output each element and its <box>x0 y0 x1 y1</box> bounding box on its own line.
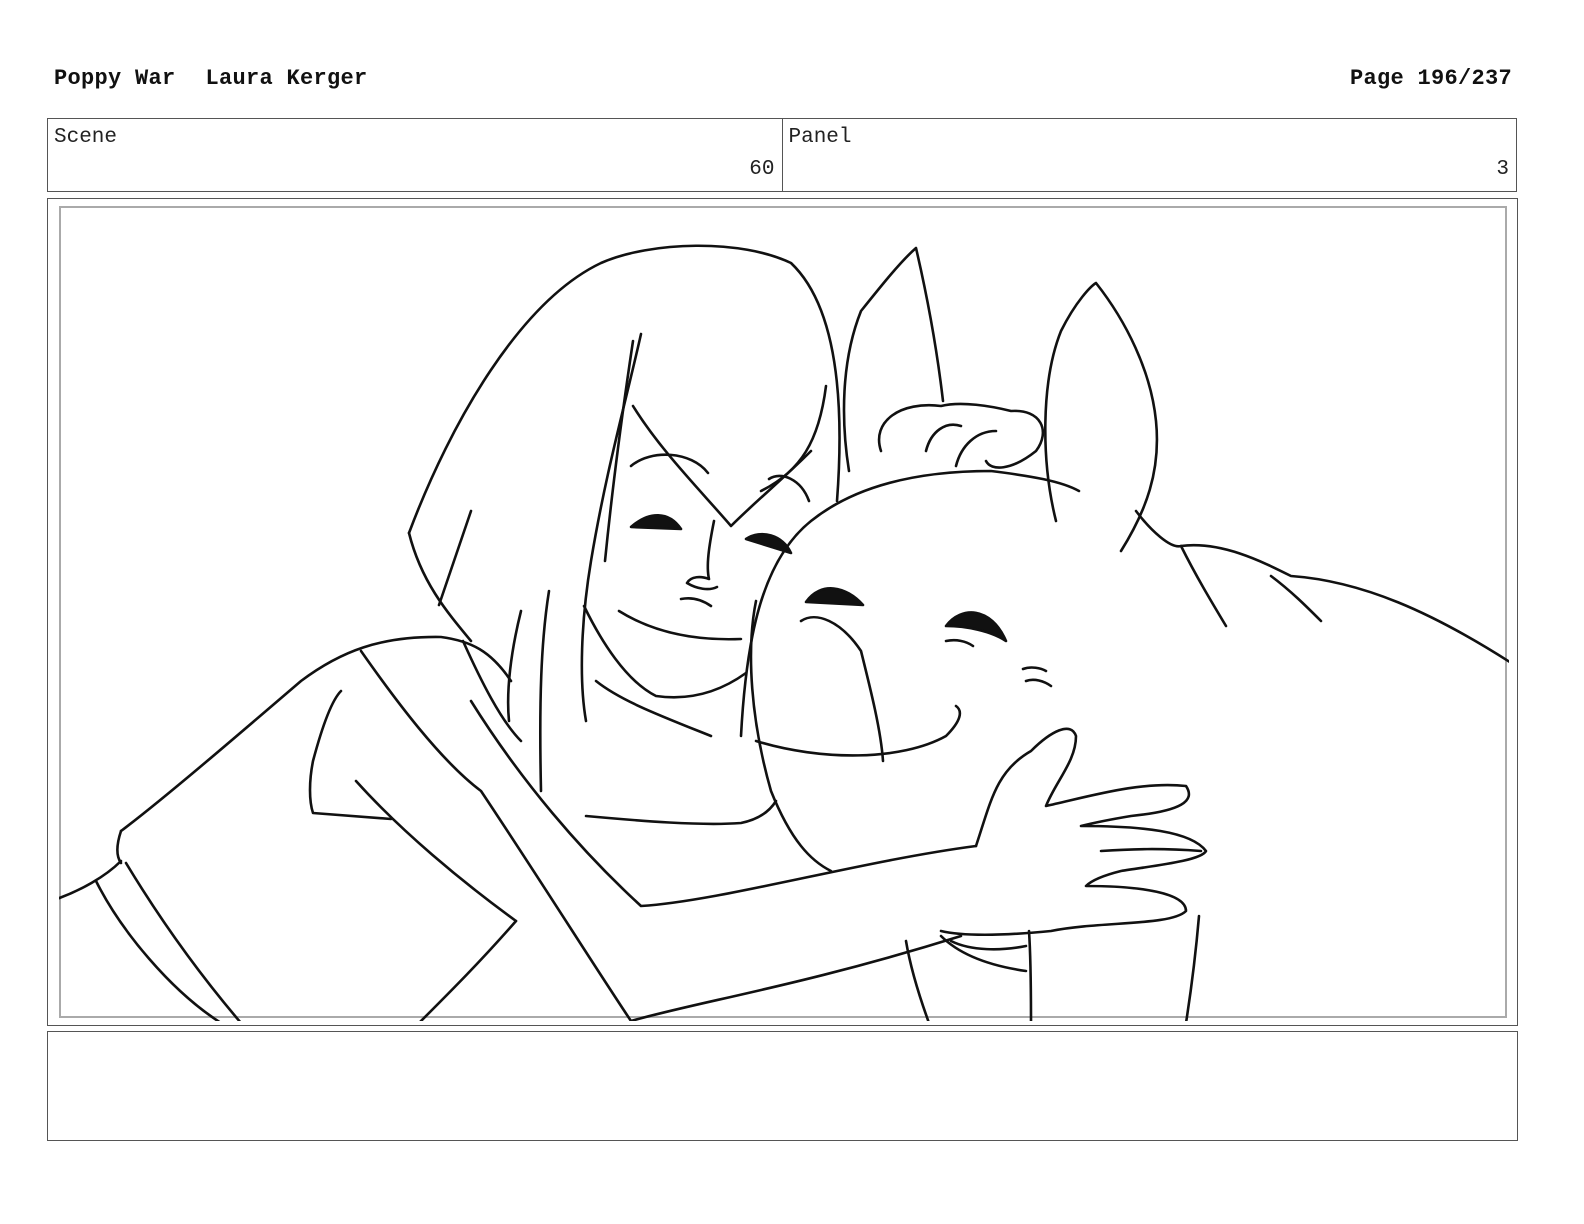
creature-smile <box>754 704 962 757</box>
scene-label: Scene <box>54 126 118 149</box>
panel-drawing <box>59 244 1509 1021</box>
scene-cell: Scene 60 <box>48 119 782 191</box>
page-number: Page 196/237 <box>1349 66 1512 91</box>
creature-head <box>739 469 1081 738</box>
girl-hand-on-cheek <box>939 727 1208 937</box>
creature-body <box>1134 509 1509 664</box>
storyboard-panel-frame <box>47 198 1518 1026</box>
panel-label: Panel <box>788 126 852 149</box>
panel-cell: Panel 3 <box>781 119 1517 191</box>
project-title: Poppy War <box>54 66 176 91</box>
creature-ear-right <box>1044 281 1159 553</box>
girl-eye-left <box>629 514 683 531</box>
scene-number: 60 <box>749 158 775 181</box>
panel-number: 3 <box>1496 158 1509 181</box>
girl-right-arm <box>469 699 978 908</box>
author-name: Laura Kerger <box>205 66 368 91</box>
creature-ear-left <box>842 246 945 473</box>
creature-eye-left <box>804 587 865 607</box>
creature-eye-right <box>944 611 1008 643</box>
scene-panel-info-bar: Scene 60 Panel 3 <box>47 118 1517 192</box>
panel-notes-box <box>47 1031 1518 1141</box>
girl-left-arm <box>119 635 513 833</box>
header-title-block: Poppy War Laura Kerger <box>54 64 368 94</box>
girl-hand-on-head <box>877 402 1045 469</box>
girl-hair <box>407 244 841 535</box>
